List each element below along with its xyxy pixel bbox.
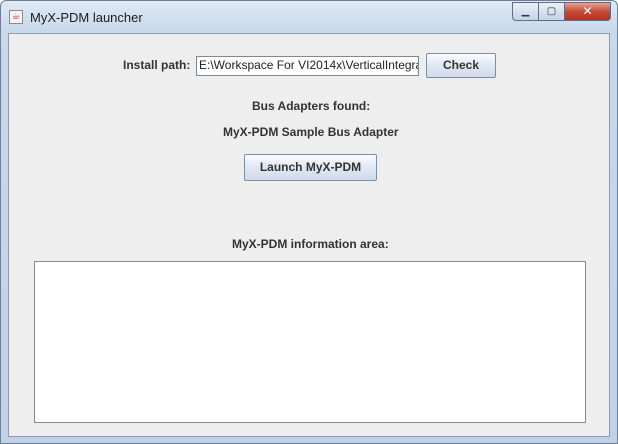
bus-adapters-label: Bus Adapters found: — [252, 99, 371, 113]
client-area: Install path: E:\Workspace For VI2014x\V… — [8, 33, 610, 437]
install-path-field[interactable]: E:\Workspace For VI2014x\VerticalIntegra — [196, 56, 419, 76]
maximize-button[interactable]: ▢ — [539, 2, 565, 21]
check-button[interactable]: Check — [426, 53, 496, 78]
minimize-button[interactable]: ▁ — [512, 2, 539, 21]
java-app-icon[interactable]: ☕ — [9, 10, 23, 24]
launcher-window: ☕ MyX-PDM launcher ▁ ▢ ✕ Install path: E… — [0, 0, 618, 444]
bus-adapter-item: MyX-PDM Sample Bus Adapter — [223, 125, 399, 139]
window-title: MyX-PDM launcher — [30, 10, 143, 25]
install-path-label: Install path: — [123, 58, 191, 72]
launch-button[interactable]: Launch MyX-PDM — [244, 154, 377, 181]
title-bar[interactable]: ☕ MyX-PDM launcher ▁ ▢ ✕ — [1, 1, 617, 33]
info-area-label: MyX-PDM information area: — [232, 237, 389, 251]
info-text-area[interactable] — [34, 261, 586, 423]
caption-buttons: ▁ ▢ ✕ — [512, 2, 611, 21]
minimize-icon: ▁ — [521, 6, 530, 17]
close-icon: ✕ — [582, 4, 593, 18]
close-button[interactable]: ✕ — [565, 2, 611, 21]
maximize-icon: ▢ — [546, 6, 557, 17]
